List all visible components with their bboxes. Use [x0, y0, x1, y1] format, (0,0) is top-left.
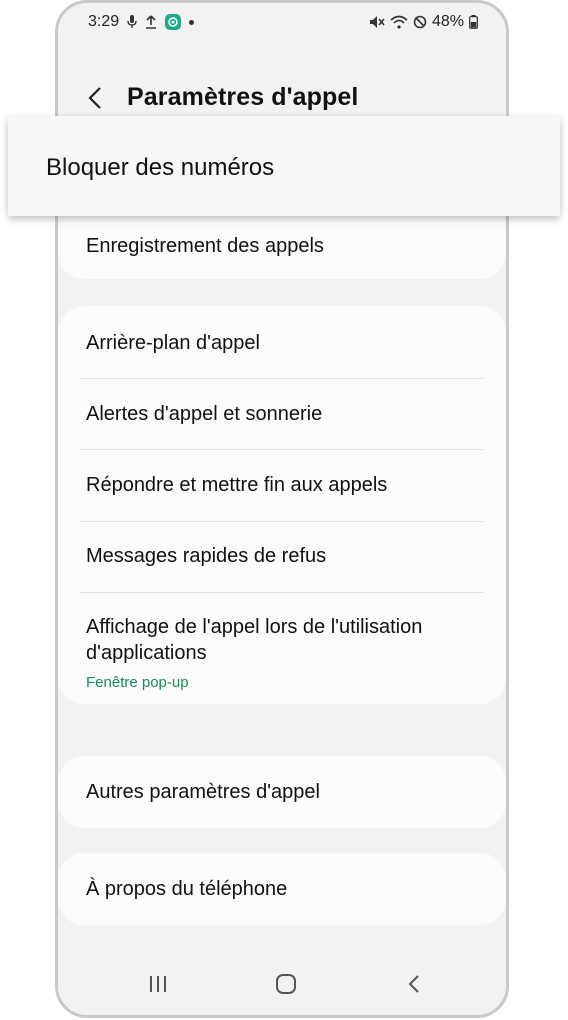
answer-end-calls-item[interactable]: Répondre et mettre fin aux appels — [86, 474, 486, 497]
chevron-left-icon — [88, 87, 101, 109]
back-nav-icon — [408, 975, 419, 993]
battery-icon — [469, 15, 478, 29]
call-display-subtitle: Fenêtre pop-up — [86, 674, 189, 691]
battery-percent: 48% — [431, 13, 464, 30]
other-settings-card: Autres paramètres d'appel — [58, 756, 506, 828]
back-nav-button[interactable] — [394, 969, 434, 999]
call-recording-item[interactable]: Enregistrement des appels — [86, 235, 486, 258]
status-time: 3:29 — [88, 13, 120, 30]
call-display-while-using-apps-item[interactable]: Affichage de l'appel lors de l'utilisati… — [86, 614, 486, 696]
wifi-icon — [390, 15, 408, 29]
about-card: À propos du téléphone — [58, 853, 506, 925]
navigation-bar — [58, 969, 506, 999]
app-notification-icon — [165, 14, 182, 30]
upload-icon — [145, 15, 157, 29]
block-numbers-highlight[interactable]: Bloquer des numéros — [8, 116, 560, 216]
block-numbers-label: Bloquer des numéros — [46, 154, 275, 181]
call-display-label: Affichage de l'appel lors de l'utilisati… — [86, 616, 423, 664]
divider — [80, 378, 484, 379]
page-title: Paramètres d'appel — [127, 83, 359, 111]
call-background-item[interactable]: Arrière-plan d'appel — [86, 332, 486, 355]
call-alerts-ringtone-item[interactable]: Alertes d'appel et sonnerie — [86, 403, 486, 426]
other-call-settings-item[interactable]: Autres paramètres d'appel — [86, 781, 486, 804]
status-bar: 3:29 48% — [58, 11, 506, 35]
divider — [80, 592, 484, 593]
do-not-disturb-icon — [413, 15, 427, 29]
home-icon — [276, 974, 296, 994]
quick-decline-messages-item[interactable]: Messages rapides de refus — [86, 545, 486, 568]
mic-icon — [127, 15, 137, 29]
recent-apps-button[interactable] — [138, 969, 178, 999]
home-button[interactable] — [266, 969, 306, 999]
divider — [80, 521, 484, 522]
mute-icon — [369, 15, 385, 29]
about-phone-item[interactable]: À propos du téléphone — [86, 878, 486, 901]
dot-icon — [189, 19, 195, 25]
call-settings-card: Arrière-plan d'appel Alertes d'appel et … — [58, 306, 506, 704]
divider — [80, 449, 484, 450]
recent-apps-icon — [150, 976, 166, 992]
back-button[interactable] — [80, 83, 110, 113]
